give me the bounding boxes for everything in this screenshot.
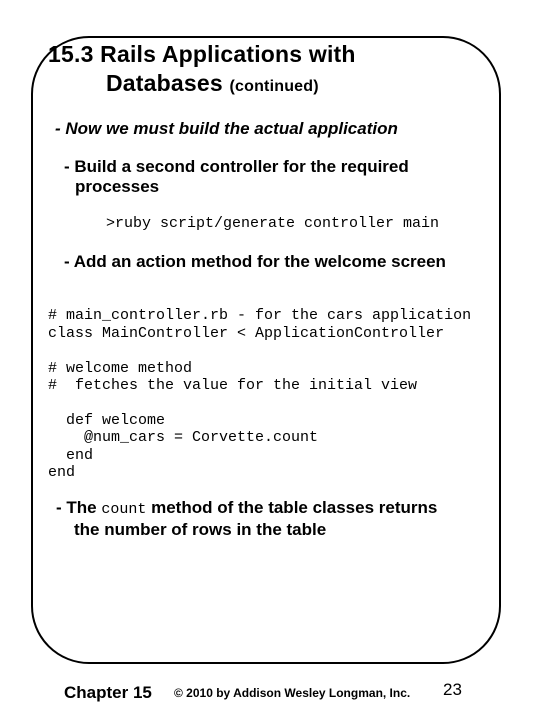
code-line: def welcome [48, 411, 166, 429]
generate-command: >ruby script/generate controller main [106, 215, 440, 232]
bullet-add-action: - Add an action method for the welcome s… [64, 252, 446, 271]
bullet-count-prefix: - The [56, 498, 97, 517]
page-number: 23 [443, 680, 462, 699]
code-block: # main_controller.rb - for the cars appl… [48, 290, 471, 499]
title-line-1: 15.3 Rails Applications with [48, 41, 356, 67]
code-line: # welcome method [48, 359, 193, 377]
bullet-build-controller: - Build a second controller for the requ… [64, 157, 409, 197]
title-line-2: Databases (continued) [48, 69, 356, 101]
bullet-count-code: count [101, 501, 147, 518]
bullet-build-controller-line1: - Build a second controller for the requ… [64, 157, 409, 176]
code-line: class MainController < ApplicationContro… [48, 324, 445, 342]
title-suffix: (continued) [229, 78, 319, 95]
title-main: Databases [106, 70, 223, 96]
code-line: end [48, 464, 76, 482]
code-line: @num_cars = Corvette.count [48, 429, 319, 447]
code-line: # fetches the value for the initial view [48, 377, 418, 395]
bullet-count-suffix: method of the table classes returns [151, 498, 438, 517]
slide-title: 15.3 Rails Applications with Databases (… [48, 40, 356, 101]
footer-copyright: © 2010 by Addison Wesley Longman, Inc. [174, 686, 411, 700]
code-line: end [48, 446, 94, 464]
bullet-count-method: - The count method of the table classes … [56, 498, 437, 540]
bullet-main: - Now we must build the actual applicati… [55, 119, 398, 138]
bullet-build-controller-line2: processes [75, 177, 160, 196]
code-line: # main_controller.rb - for the cars appl… [48, 307, 472, 325]
footer-chapter: Chapter 15 [64, 683, 152, 702]
bullet-count-line2: the number of rows in the table [74, 520, 327, 539]
